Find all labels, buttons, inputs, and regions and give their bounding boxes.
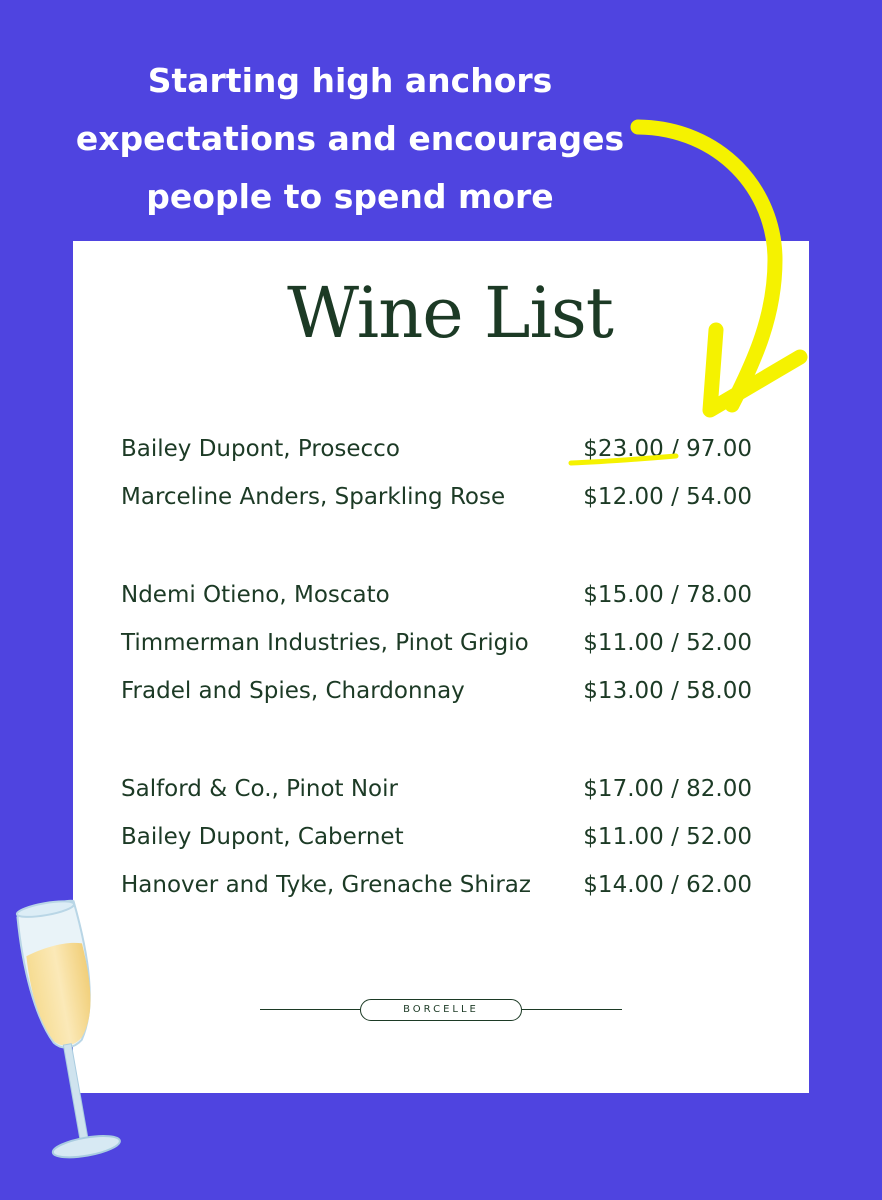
champagne-glass-icon [15,899,121,1159]
